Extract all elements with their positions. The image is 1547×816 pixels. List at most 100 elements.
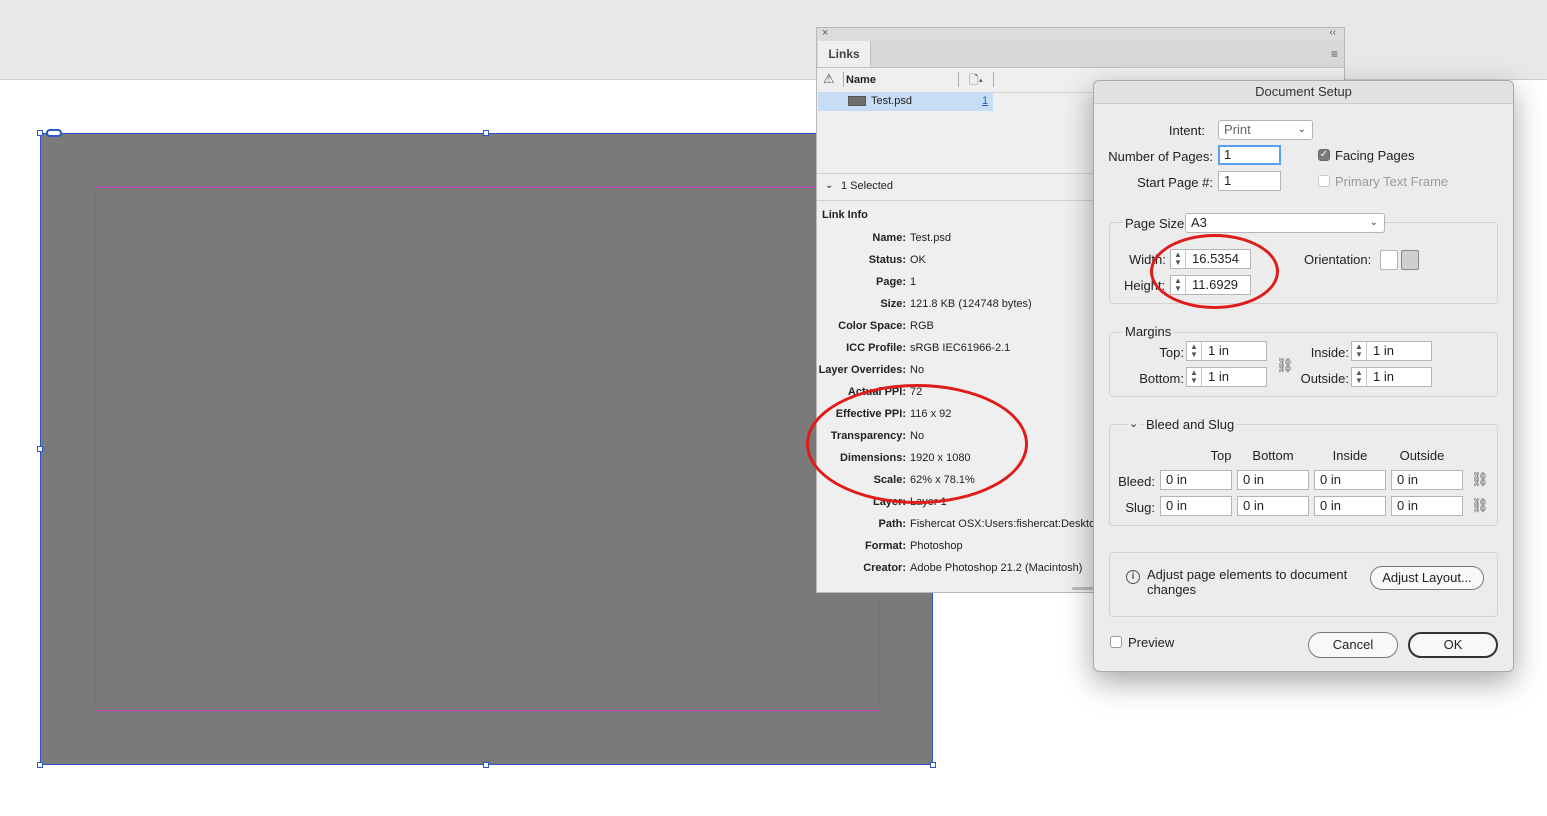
- info-label: Size:: [880, 298, 906, 310]
- facing-pages-checkbox[interactable]: ✓: [1318, 149, 1330, 161]
- margin-inside-stepper[interactable]: ▲ ▼ 1 in: [1351, 341, 1432, 361]
- stepper-arrows-icon[interactable]: ▲ ▼: [1187, 342, 1202, 360]
- info-value: Photoshop: [910, 540, 963, 552]
- warning-icon[interactable]: ⚠: [823, 71, 835, 87]
- slug-label: Slug:: [1125, 500, 1155, 515]
- bleed-col-bottom: Bottom: [1252, 448, 1294, 463]
- preview-checkbox[interactable]: [1110, 636, 1122, 648]
- panel-menu-icon[interactable]: ≡: [1331, 47, 1338, 61]
- column-divider: [958, 72, 959, 87]
- pages-label: Number of Pages:: [1108, 149, 1213, 164]
- stepper-arrows-icon[interactable]: ▲ ▼: [1352, 368, 1367, 386]
- intent-label: Intent:: [1168, 123, 1205, 138]
- slug-outside-field[interactable]: 0 in: [1391, 496, 1463, 516]
- bleed-top-field[interactable]: 0 in: [1160, 470, 1232, 490]
- link-row[interactable]: Test.psd 1: [818, 92, 993, 111]
- document-setup-dialog: Document Setup Intent: Print ⌄ Number of…: [1093, 80, 1514, 672]
- slug-top-field[interactable]: 0 in: [1160, 496, 1232, 516]
- collapse-icon[interactable]: ‹‹: [1329, 27, 1336, 38]
- column-name[interactable]: Name: [846, 74, 876, 86]
- start-page-field[interactable]: 1: [1218, 171, 1281, 191]
- info-value: RGB: [910, 320, 934, 332]
- tab-links[interactable]: Links: [818, 41, 871, 67]
- info-label: Page:: [876, 276, 906, 288]
- margin-outside-value: 1 in: [1373, 369, 1394, 384]
- facing-pages-label[interactable]: Facing Pages: [1335, 148, 1415, 163]
- info-value: Test.psd: [910, 232, 951, 244]
- margin-outside-label: Outside:: [1300, 371, 1349, 386]
- info-value: sRGB IEC61966-2.1: [910, 342, 1011, 354]
- info-value: Fishercat OSX:Users:fishercat:Desktop: [910, 518, 1102, 530]
- bleed-slug-title[interactable]: Bleed and Slug: [1144, 417, 1237, 432]
- bleed-inside-field[interactable]: 0 in: [1314, 470, 1386, 490]
- margin-outside-stepper[interactable]: ▲ ▼ 1 in: [1351, 367, 1432, 387]
- link-margins-icon[interactable]: ⛓: [1276, 357, 1294, 374]
- margin-inside-label: Inside:: [1310, 345, 1349, 360]
- file-thumbnail-icon: [848, 96, 866, 106]
- info-icon: i: [1126, 570, 1140, 584]
- adjust-layout-button[interactable]: Adjust Layout...: [1370, 566, 1484, 590]
- page-size-label: Page Size:: [1123, 216, 1190, 231]
- column-divider: [993, 72, 994, 87]
- margin-bottom-stepper[interactable]: ▲ ▼ 1 in: [1186, 367, 1267, 387]
- dialog-title: Document Setup: [1094, 81, 1513, 104]
- orientation-label: Orientation:: [1304, 252, 1372, 267]
- margins-title: Margins: [1123, 324, 1174, 339]
- chevron-down-icon: ⌄: [1297, 124, 1306, 135]
- margin-bottom-value: 1 in: [1208, 369, 1229, 384]
- adjust-text: Adjust page elements to document changes: [1147, 567, 1348, 597]
- info-label: Layer Overrides:: [818, 364, 906, 376]
- annotation-ellipse: [806, 384, 1028, 504]
- primary-text-frame-label[interactable]: Primary Text Frame: [1335, 174, 1448, 189]
- stepper-arrows-icon[interactable]: ▲ ▼: [1187, 368, 1202, 386]
- page-size-select[interactable]: A3 ⌄: [1185, 213, 1385, 233]
- chevron-down-icon[interactable]: ⌄: [1127, 417, 1141, 430]
- link-bleed-icon[interactable]: ⛓: [1471, 471, 1489, 488]
- chevron-down-icon[interactable]: ⌄: [825, 180, 833, 191]
- margin-top-value: 1 in: [1208, 343, 1229, 358]
- resize-handle-bl[interactable]: [37, 762, 43, 768]
- stepper-arrows-icon[interactable]: ▲ ▼: [1352, 342, 1367, 360]
- bleed-outside-field[interactable]: 0 in: [1391, 470, 1463, 490]
- ok-button[interactable]: OK: [1408, 632, 1498, 658]
- primary-text-frame-checkbox[interactable]: [1318, 175, 1330, 187]
- image-frame[interactable]: [40, 133, 933, 765]
- margin-top-stepper[interactable]: ▲ ▼ 1 in: [1186, 341, 1267, 361]
- info-label: Creator:: [863, 562, 906, 574]
- info-label: Path:: [878, 518, 907, 530]
- chevron-down-icon: ⌄: [1369, 217, 1378, 228]
- slug-bottom-field[interactable]: 0 in: [1237, 496, 1309, 516]
- info-label: Name:: [872, 232, 906, 244]
- close-icon[interactable]: ×: [822, 27, 828, 39]
- landscape-icon[interactable]: [1401, 250, 1419, 270]
- bleed-label: Bleed:: [1118, 474, 1155, 489]
- intent-select[interactable]: Print ⌄: [1218, 120, 1313, 140]
- panel-tabbar: Links ≡: [817, 41, 1344, 68]
- info-value: OK: [910, 254, 926, 266]
- resize-handle-bm[interactable]: [483, 762, 489, 768]
- resize-handle-ml[interactable]: [37, 446, 43, 452]
- page-size-value: A3: [1191, 215, 1207, 230]
- number-of-pages-field[interactable]: 1: [1218, 145, 1281, 165]
- info-label: Format:: [865, 540, 906, 552]
- link-badge-icon[interactable]: [46, 129, 62, 137]
- resize-handle-br[interactable]: [930, 762, 936, 768]
- bleed-col-outside: Outside: [1399, 448, 1445, 463]
- info-value: No: [910, 364, 925, 376]
- column-divider: [843, 72, 844, 87]
- info-label: ICC Profile:: [846, 342, 906, 354]
- resize-handle-tm[interactable]: [483, 130, 489, 136]
- cancel-button[interactable]: Cancel: [1308, 632, 1398, 658]
- slug-inside-field[interactable]: 0 in: [1314, 496, 1386, 516]
- portrait-icon[interactable]: [1380, 250, 1398, 270]
- info-value: 1: [910, 276, 917, 288]
- resize-handle-tl[interactable]: [37, 130, 43, 136]
- info-label: Status:: [868, 254, 906, 266]
- link-slug-icon[interactable]: ⛓: [1471, 497, 1489, 514]
- link-page-number[interactable]: 1: [982, 95, 988, 107]
- page-sort-icon[interactable]: 🗋▴: [969, 71, 983, 92]
- info-value: Adobe Photoshop 21.2 (Macintosh): [910, 562, 1083, 574]
- intent-value: Print: [1224, 122, 1251, 137]
- bleed-bottom-field[interactable]: 0 in: [1237, 470, 1309, 490]
- preview-label[interactable]: Preview: [1128, 635, 1174, 650]
